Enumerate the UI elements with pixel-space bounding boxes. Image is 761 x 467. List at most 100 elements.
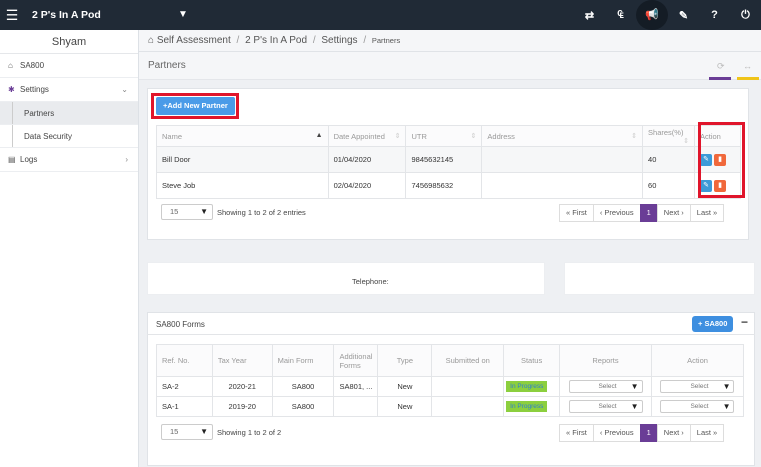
power-icon[interactable]: ⏻ xyxy=(730,9,761,22)
contact-side-panel xyxy=(564,262,755,295)
contact-panel xyxy=(147,262,545,295)
top-bar: ☰ 2 P's In A Pod ▼ ⇄ ₠ 📢 ✎ ? ⏻ xyxy=(0,0,761,30)
table-row: SA-1 2019-20 SA800 New In Progress Selec… xyxy=(156,396,745,417)
partner-address xyxy=(481,146,644,173)
file-icon: ▤ xyxy=(8,155,16,164)
breadcrumb: ⌂ Self Assessment / 2 P's In A Pod / Set… xyxy=(139,30,761,52)
megaphone-icon[interactable]: 📢 xyxy=(636,0,668,30)
page-size-select[interactable]: 15 ▼ xyxy=(161,424,213,440)
sidebar-item-data-security[interactable]: Data Security xyxy=(0,125,138,148)
status-badge: In Progress xyxy=(506,381,548,392)
main-form: SA800 xyxy=(271,376,335,397)
column-header-name[interactable]: Name ▲ xyxy=(156,125,329,147)
ticket-icon[interactable]: ✎ xyxy=(668,9,699,22)
chevron-down-icon: ⌄ xyxy=(121,85,128,94)
entries-info: Showing 1 to 2 of 2 entries xyxy=(217,207,306,217)
highlight-box xyxy=(151,93,239,119)
partner-shares: 40 xyxy=(642,146,695,173)
action-cell: Select ▼ xyxy=(650,396,745,417)
user-name: Shyam xyxy=(0,30,138,54)
main-form: SA800 xyxy=(271,396,335,417)
divider xyxy=(147,334,755,335)
currency-icon[interactable]: ₠ xyxy=(605,9,636,21)
tax-year: 2019-20 xyxy=(211,396,273,417)
table-row: Steve Job 02/04/2020 7456985632 60 ✎ ▮ xyxy=(156,172,741,199)
pager-page-1[interactable]: 1 xyxy=(639,204,658,222)
pager-page-1[interactable]: 1 xyxy=(639,424,658,442)
sidebar-item-label: Partners xyxy=(24,109,55,118)
partner-utr: 7456985632 xyxy=(405,172,483,199)
breadcrumb-partners: Partners xyxy=(371,36,401,45)
column-header-utr[interactable]: UTR ⇕ xyxy=(405,125,483,147)
breadcrumb-company[interactable]: 2 P's In A Pod xyxy=(245,35,307,46)
action-select[interactable]: Select ▼ xyxy=(660,380,735,393)
telephone-label: Telephone: xyxy=(352,277,389,286)
pager-first[interactable]: « First xyxy=(559,424,594,442)
partner-shares: 60 xyxy=(642,172,695,199)
pager-previous[interactable]: ‹ Previous xyxy=(592,204,641,222)
switch-icon[interactable]: ⇄ xyxy=(574,9,605,22)
pager-next[interactable]: Next › xyxy=(656,424,691,442)
breadcrumb-self-assessment[interactable]: Self Assessment xyxy=(157,35,231,46)
reports-select[interactable]: Select ▼ xyxy=(568,400,643,413)
status-cell: In Progress xyxy=(503,376,561,397)
action-select[interactable]: Select ▼ xyxy=(660,400,735,413)
chevron-down-icon: ▼ xyxy=(722,382,731,391)
chevron-down-icon[interactable]: ▼ xyxy=(178,9,188,20)
partner-utr: 9845632145 xyxy=(405,146,483,173)
breadcrumb-settings[interactable]: Settings xyxy=(321,35,357,46)
top-icon-group: ⇄ ₠ 📢 ✎ ? ⏻ xyxy=(574,0,761,30)
breadcrumb-separator: / xyxy=(363,35,367,46)
partner-name: Steve Job xyxy=(156,172,329,199)
partner-address xyxy=(481,172,644,199)
table-row: Bill Door 01/04/2020 9845632145 40 ✎ ▮ xyxy=(156,146,741,173)
expand-icon[interactable]: ↔ xyxy=(743,61,752,71)
chevron-down-icon: ▼ xyxy=(630,382,639,391)
partners-table: Name ▲ Date Appointed ⇕ UTR ⇕ Address ⇕ Shar… xyxy=(156,125,741,199)
additional-forms: SA801, ... xyxy=(333,376,379,397)
reports-select[interactable]: Select ▼ xyxy=(568,380,643,393)
ref-no: SA-2 xyxy=(156,376,213,397)
column-header-shares[interactable]: Shares(%) ⇕ xyxy=(642,125,695,147)
column-header: Submitted on xyxy=(431,344,505,377)
sa800-table: Ref. No. Tax Year Main Form Additional F… xyxy=(156,344,745,417)
add-sa800-button[interactable]: + SA800 xyxy=(692,316,734,332)
sidebar-item-label: SA800 xyxy=(20,61,45,70)
home-icon[interactable]: ⌂ xyxy=(148,35,154,46)
page-size-select[interactable]: 15 ▼ xyxy=(161,204,213,220)
collapse-icon[interactable]: − xyxy=(741,315,748,329)
refresh-icon[interactable]: ⟳ xyxy=(717,61,725,72)
reports-cell: Select ▼ xyxy=(559,376,652,397)
ref-no: SA-1 xyxy=(156,396,213,417)
submitted-on xyxy=(431,376,505,397)
sidebar-item-settings[interactable]: ✱ Settings ⌄ xyxy=(0,78,138,102)
sa800-pagination: « First ‹ Previous 1 Next › Last » xyxy=(559,424,725,442)
tab-indicator-purple xyxy=(709,77,731,80)
page-header: Partners ⟳ ↔ xyxy=(139,52,761,80)
column-header: Additional Forms xyxy=(333,344,379,377)
pager-next[interactable]: Next › xyxy=(656,204,691,222)
pager-previous[interactable]: ‹ Previous xyxy=(592,424,641,442)
column-header-date[interactable]: Date Appointed ⇕ xyxy=(327,125,407,147)
pager-last[interactable]: Last » xyxy=(689,424,725,442)
pager-first[interactable]: « First xyxy=(559,204,594,222)
column-header: Ref. No. xyxy=(156,344,213,377)
page-title: Partners xyxy=(148,60,186,71)
reports-cell: Select ▼ xyxy=(559,396,652,417)
column-header-address[interactable]: Address ⇕ xyxy=(481,125,644,147)
sidebar-item-sa800[interactable]: ⌂ SA800 xyxy=(0,54,138,78)
app-title: 2 P's In A Pod xyxy=(32,9,101,21)
help-icon[interactable]: ? xyxy=(699,9,730,21)
sidebar-item-partners[interactable]: Partners xyxy=(0,102,138,125)
pagination: « First ‹ Previous 1 Next › Last » xyxy=(559,204,725,222)
pager-last[interactable]: Last » xyxy=(689,204,725,222)
highlight-box xyxy=(698,122,745,198)
additional-forms xyxy=(333,396,379,417)
sidebar-item-logs[interactable]: ▤ Logs › xyxy=(0,148,138,172)
breadcrumb-separator: / xyxy=(236,35,240,46)
menu-icon[interactable]: ☰ xyxy=(0,7,24,24)
chevron-down-icon: ▼ xyxy=(630,402,639,411)
column-header: Action xyxy=(650,344,745,377)
sidebar-item-label: Data Security xyxy=(24,132,73,141)
form-type: New xyxy=(377,376,433,397)
